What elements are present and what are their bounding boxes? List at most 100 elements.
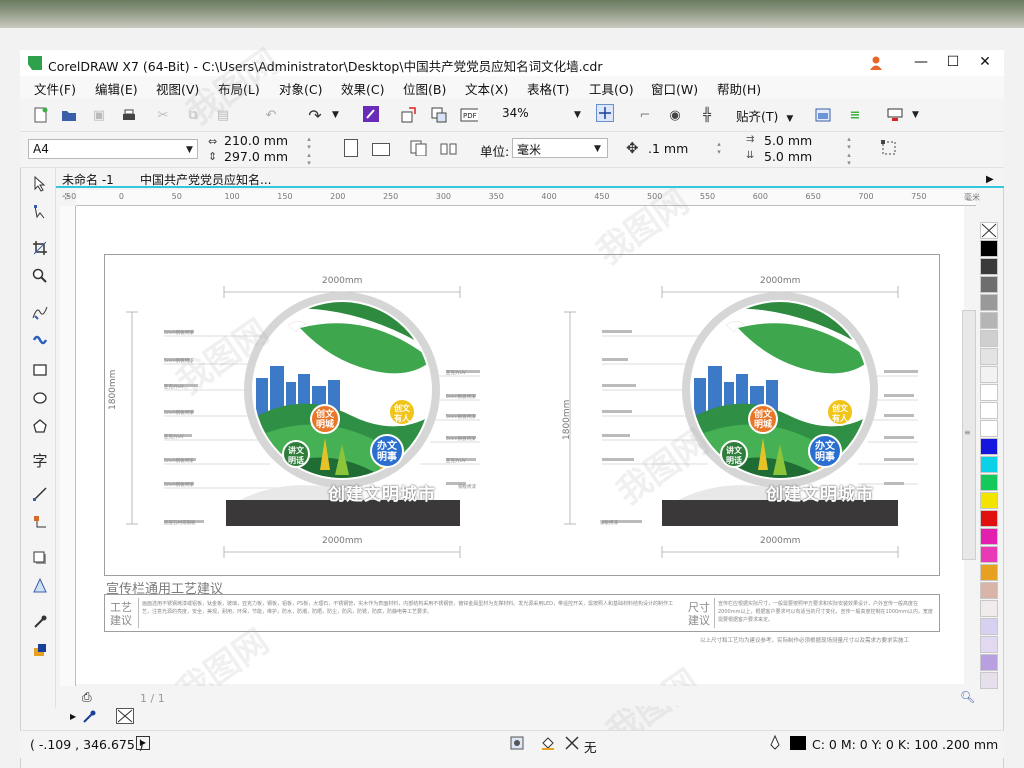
landscape-icon[interactable] <box>372 143 390 156</box>
options-icon[interactable]: ≡ <box>846 106 864 124</box>
tab-untitled[interactable]: 未命名 -1 <box>62 171 114 188</box>
page-options-icon[interactable]: ⎙ <box>82 690 92 705</box>
polygon-tool-icon[interactable] <box>30 416 50 436</box>
menu-window[interactable]: 窗口(W) <box>651 79 698 98</box>
new-document-icon[interactable] <box>32 106 50 124</box>
color-swatch[interactable] <box>980 510 998 527</box>
color-swatch[interactable] <box>980 618 998 635</box>
minimize-button[interactable]: — <box>908 52 934 72</box>
menu-bitmaps[interactable]: 位图(B) <box>403 79 446 98</box>
interactive-fill-tool-icon[interactable] <box>30 640 50 660</box>
color-swatch[interactable] <box>980 384 998 401</box>
paper-size-select[interactable]: A4 <box>28 139 198 159</box>
open-folder-icon[interactable] <box>60 106 78 124</box>
menu-layout[interactable]: 布局(L) <box>218 79 260 98</box>
import-icon[interactable] <box>400 106 418 124</box>
freehand-tool-icon[interactable] <box>30 302 50 322</box>
duplicate-x-field[interactable]: 5.0 mm <box>764 133 812 148</box>
redo-icon[interactable]: ↷ <box>306 106 324 125</box>
no-color-swatch[interactable] <box>980 222 998 239</box>
color-swatch[interactable] <box>980 420 998 437</box>
page-width-field[interactable]: 210.0 mm <box>224 133 288 148</box>
color-swatch[interactable] <box>980 492 998 509</box>
color-swatch[interactable] <box>980 438 998 455</box>
status-expand-button[interactable]: ▶ <box>136 736 150 750</box>
vertical-scroll-thumb-grip-icon[interactable]: ≡ <box>964 428 971 437</box>
color-swatch[interactable] <box>980 654 998 671</box>
parallel-dimension-tool-icon[interactable] <box>30 484 50 504</box>
welcome-screen-icon[interactable] <box>814 106 832 124</box>
menu-help[interactable]: 帮助(H) <box>717 79 761 98</box>
paper-size-dropdown-icon[interactable]: ▼ <box>186 145 193 155</box>
color-swatch[interactable] <box>980 546 998 563</box>
ellipse-tool-icon[interactable] <box>30 388 50 408</box>
show-guidelines-icon[interactable]: ╬ <box>698 106 716 124</box>
menu-effects[interactable]: 效果(C) <box>341 79 384 98</box>
page-height-spinner[interactable]: ▴ ▾ <box>304 151 314 167</box>
color-swatch[interactable] <box>980 600 998 617</box>
nudge-spinner[interactable]: ▴ ▾ <box>714 140 724 156</box>
color-swatch[interactable] <box>980 672 998 689</box>
publish-pdf-icon[interactable]: PDF <box>460 106 478 124</box>
color-swatch[interactable] <box>980 312 998 329</box>
color-swatch[interactable] <box>980 348 998 365</box>
document-color-settings-icon[interactable] <box>510 736 524 753</box>
close-button[interactable]: ✕ <box>972 52 998 72</box>
color-swatch[interactable] <box>980 474 998 491</box>
color-swatch[interactable] <box>980 366 998 383</box>
horizontal-ruler[interactable] <box>76 190 976 206</box>
user-icon[interactable] <box>868 55 884 71</box>
show-rulers-icon[interactable]: ⌐ <box>636 106 654 124</box>
document-palette-no-color[interactable] <box>116 708 134 724</box>
color-swatch[interactable] <box>980 240 998 257</box>
menu-view[interactable]: 视图(V) <box>156 79 199 98</box>
menu-tools[interactable]: 工具(O) <box>589 79 634 98</box>
zoom-dropdown-icon[interactable]: ▼ <box>574 110 581 120</box>
tab-scroll-right-icon[interactable]: ▶ <box>986 174 994 185</box>
text-tool-icon[interactable]: 字 <box>30 450 50 470</box>
all-pages-icon[interactable] <box>410 139 428 157</box>
duplicate-x-spinner[interactable]: ▴ ▾ <box>844 135 854 151</box>
application-launcher-icon[interactable] <box>886 106 904 124</box>
color-eyedropper-tool-icon[interactable] <box>30 612 50 632</box>
full-screen-preview-icon[interactable] <box>596 104 614 122</box>
color-swatch[interactable] <box>980 294 998 311</box>
copy-icon[interactable]: ⧉ <box>184 106 202 124</box>
portrait-icon[interactable] <box>344 139 358 157</box>
color-swatch[interactable] <box>980 582 998 599</box>
outline-pen-icon[interactable] <box>768 734 782 754</box>
undo-icon[interactable]: ↶ <box>262 106 280 124</box>
menu-table[interactable]: 表格(T) <box>527 79 569 98</box>
duplicate-y-field[interactable]: 5.0 mm <box>764 149 812 164</box>
redo-dropdown-icon[interactable]: ▼ <box>332 110 339 120</box>
show-grid-icon[interactable]: ◉ <box>666 106 684 124</box>
menu-file[interactable]: 文件(F) <box>34 79 76 98</box>
color-swatch[interactable] <box>980 636 998 653</box>
palette-expand-icon[interactable]: ▶ <box>70 712 76 721</box>
nudge-distance-field[interactable]: .1 mm <box>648 141 688 156</box>
cut-icon[interactable]: ✂ <box>154 106 172 124</box>
artistic-media-tool-icon[interactable] <box>30 330 50 350</box>
menu-edit[interactable]: 编辑(E) <box>95 79 138 98</box>
menu-object[interactable]: 对象(C) <box>279 79 322 98</box>
maximize-button[interactable]: ☐ <box>940 52 966 72</box>
snap-to-dropdown[interactable]: 贴齐(T) ▼ <box>736 106 793 125</box>
zoom-fit-icon[interactable]: 🔍︎ <box>960 690 975 704</box>
crop-tool-icon[interactable] <box>30 238 50 258</box>
page-height-field[interactable]: 297.0 mm <box>224 149 288 164</box>
fill-bucket-icon[interactable] <box>540 735 556 754</box>
save-icon[interactable]: ▣ <box>90 106 108 124</box>
paste-icon[interactable]: ▤ <box>214 106 232 124</box>
zoom-tool-icon[interactable] <box>30 266 50 286</box>
color-swatch[interactable] <box>980 564 998 581</box>
units-dropdown-icon[interactable]: ▼ <box>594 144 601 154</box>
export-icon[interactable] <box>430 106 448 124</box>
drop-shadow-tool-icon[interactable] <box>30 548 50 568</box>
color-swatch[interactable] <box>980 402 998 419</box>
color-swatch[interactable] <box>980 528 998 545</box>
color-swatch[interactable] <box>980 456 998 473</box>
zoom-level-field[interactable]: 34% <box>498 104 586 124</box>
rectangle-tool-icon[interactable] <box>30 360 50 380</box>
search-content-icon[interactable] <box>362 105 380 123</box>
print-icon[interactable] <box>120 106 138 124</box>
